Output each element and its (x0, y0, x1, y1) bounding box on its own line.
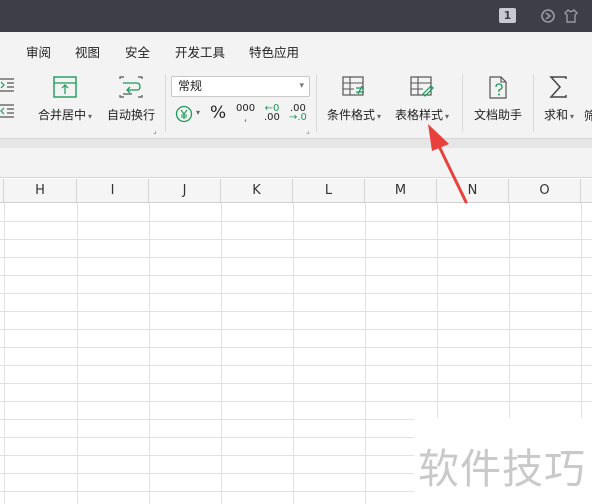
shirt-icon[interactable] (563, 8, 579, 24)
ribbon-divider (165, 74, 166, 132)
column-header-l[interactable]: L (293, 179, 365, 203)
dialog-launcher-icon[interactable]: ⌟ (306, 126, 310, 135)
wrap-text-button[interactable]: 自动换行 (104, 66, 158, 136)
column-gridline (4, 203, 5, 504)
currency-icon[interactable] (175, 105, 193, 126)
ribbon-divider (533, 74, 534, 132)
filter-icon[interactable]: 筛 (584, 107, 592, 124)
column-gridline (293, 203, 294, 504)
doc-helper-label: 文档助手 (473, 108, 522, 122)
sigma-icon (549, 76, 567, 98)
column-gridline (221, 203, 222, 504)
merge-center-button[interactable]: 合并居中 ▾ (32, 66, 98, 136)
conditional-format-label: 条件格式 (326, 108, 375, 122)
row-gridline (0, 383, 592, 384)
column-header-o[interactable]: O (509, 179, 581, 203)
sync-icon[interactable] (540, 8, 556, 24)
app-window: 1 审阅 视图 安全 开发工具 特色应用 合并居中 ▾ 自动换行 ⌟ 条件格式 … (0, 0, 592, 504)
tab-review[interactable]: 审阅 (26, 42, 51, 61)
tab-view[interactable]: 视图 (75, 42, 100, 61)
title-bar: 1 (0, 0, 592, 32)
column-gridline (149, 203, 150, 504)
row-gridline (0, 221, 592, 222)
column-header-k[interactable]: K (221, 179, 293, 203)
menu-bar: 审阅 视图 安全 开发工具 特色应用 (0, 32, 592, 66)
row-gridline (0, 365, 592, 366)
column-header-row: H I J K L M N O (0, 179, 592, 203)
column-header-j[interactable]: J (149, 179, 221, 203)
increase-decimal-bottom: .00 (264, 112, 280, 123)
wrap-text-icon (119, 76, 143, 98)
wrap-text-label: 自动换行 (106, 108, 155, 122)
column-header-n[interactable]: N (437, 179, 509, 203)
table-style-label: 表格样式 (394, 108, 443, 122)
table-style-button[interactable]: 表格样式 ▾ (390, 66, 454, 136)
column-gridline (365, 203, 366, 504)
column-header-h[interactable]: H (4, 179, 77, 203)
outdent-icon[interactable] (0, 104, 16, 121)
chevron-down-icon: ▾ (377, 112, 382, 121)
watermark-text: 软件技巧 (418, 445, 586, 493)
merge-center-label: 合并居中 (37, 108, 86, 122)
number-format-select[interactable]: 常规 ▾ (171, 76, 310, 97)
row-gridline (0, 329, 592, 330)
window-count-badge[interactable]: 1 (499, 8, 516, 23)
formula-bar[interactable] (0, 148, 592, 178)
indent-icon[interactable] (0, 78, 16, 95)
row-gridline (0, 347, 592, 348)
ribbon-bottom-bar (0, 138, 592, 148)
ribbon-divider (462, 74, 463, 132)
chevron-down-icon: ▾ (299, 81, 304, 91)
tab-security[interactable]: 安全 (125, 42, 150, 61)
decrease-decimal-button[interactable]: .00 →.0 (289, 104, 307, 123)
row-gridline (0, 401, 592, 402)
number-format-value: 常规 (178, 79, 203, 93)
doc-helper-button[interactable]: 文档助手 (468, 66, 528, 136)
row-gridline (0, 275, 592, 276)
decrease-decimal-bottom: →.0 (289, 112, 307, 123)
row-gridline (0, 311, 592, 312)
increase-decimal-button[interactable]: ←0 .00 (264, 104, 280, 123)
ribbon-divider (316, 74, 317, 132)
tab-developer-tools[interactable]: 开发工具 (175, 42, 225, 61)
chevron-down-icon: ▾ (570, 112, 575, 121)
tab-special-apps[interactable]: 特色应用 (249, 42, 299, 61)
dialog-launcher-icon[interactable]: ⌟ (153, 126, 157, 135)
conditional-format-icon (342, 76, 364, 96)
row-gridline (0, 257, 592, 258)
chevron-down-icon: ▾ (88, 112, 93, 121)
column-gridline (77, 203, 78, 504)
comma-icon: , (243, 111, 248, 124)
merge-cells-icon (53, 76, 77, 98)
row-gridline (0, 239, 592, 240)
row-gridline (0, 293, 592, 294)
chevron-down-icon: ▾ (445, 112, 450, 121)
doc-helper-icon (489, 76, 507, 99)
conditional-format-button[interactable]: 条件格式 ▾ (322, 66, 386, 136)
percent-button[interactable]: % (210, 103, 226, 123)
chevron-down-icon[interactable]: ▾ (196, 108, 200, 117)
sum-button[interactable]: 求和 ▾ (538, 66, 580, 136)
sum-label: 求和 (543, 108, 568, 122)
column-header-m[interactable]: M (365, 179, 437, 203)
thousands-separator-button[interactable]: 000 , (236, 104, 255, 124)
table-style-icon (410, 76, 434, 97)
column-header-i[interactable]: I (77, 179, 149, 203)
